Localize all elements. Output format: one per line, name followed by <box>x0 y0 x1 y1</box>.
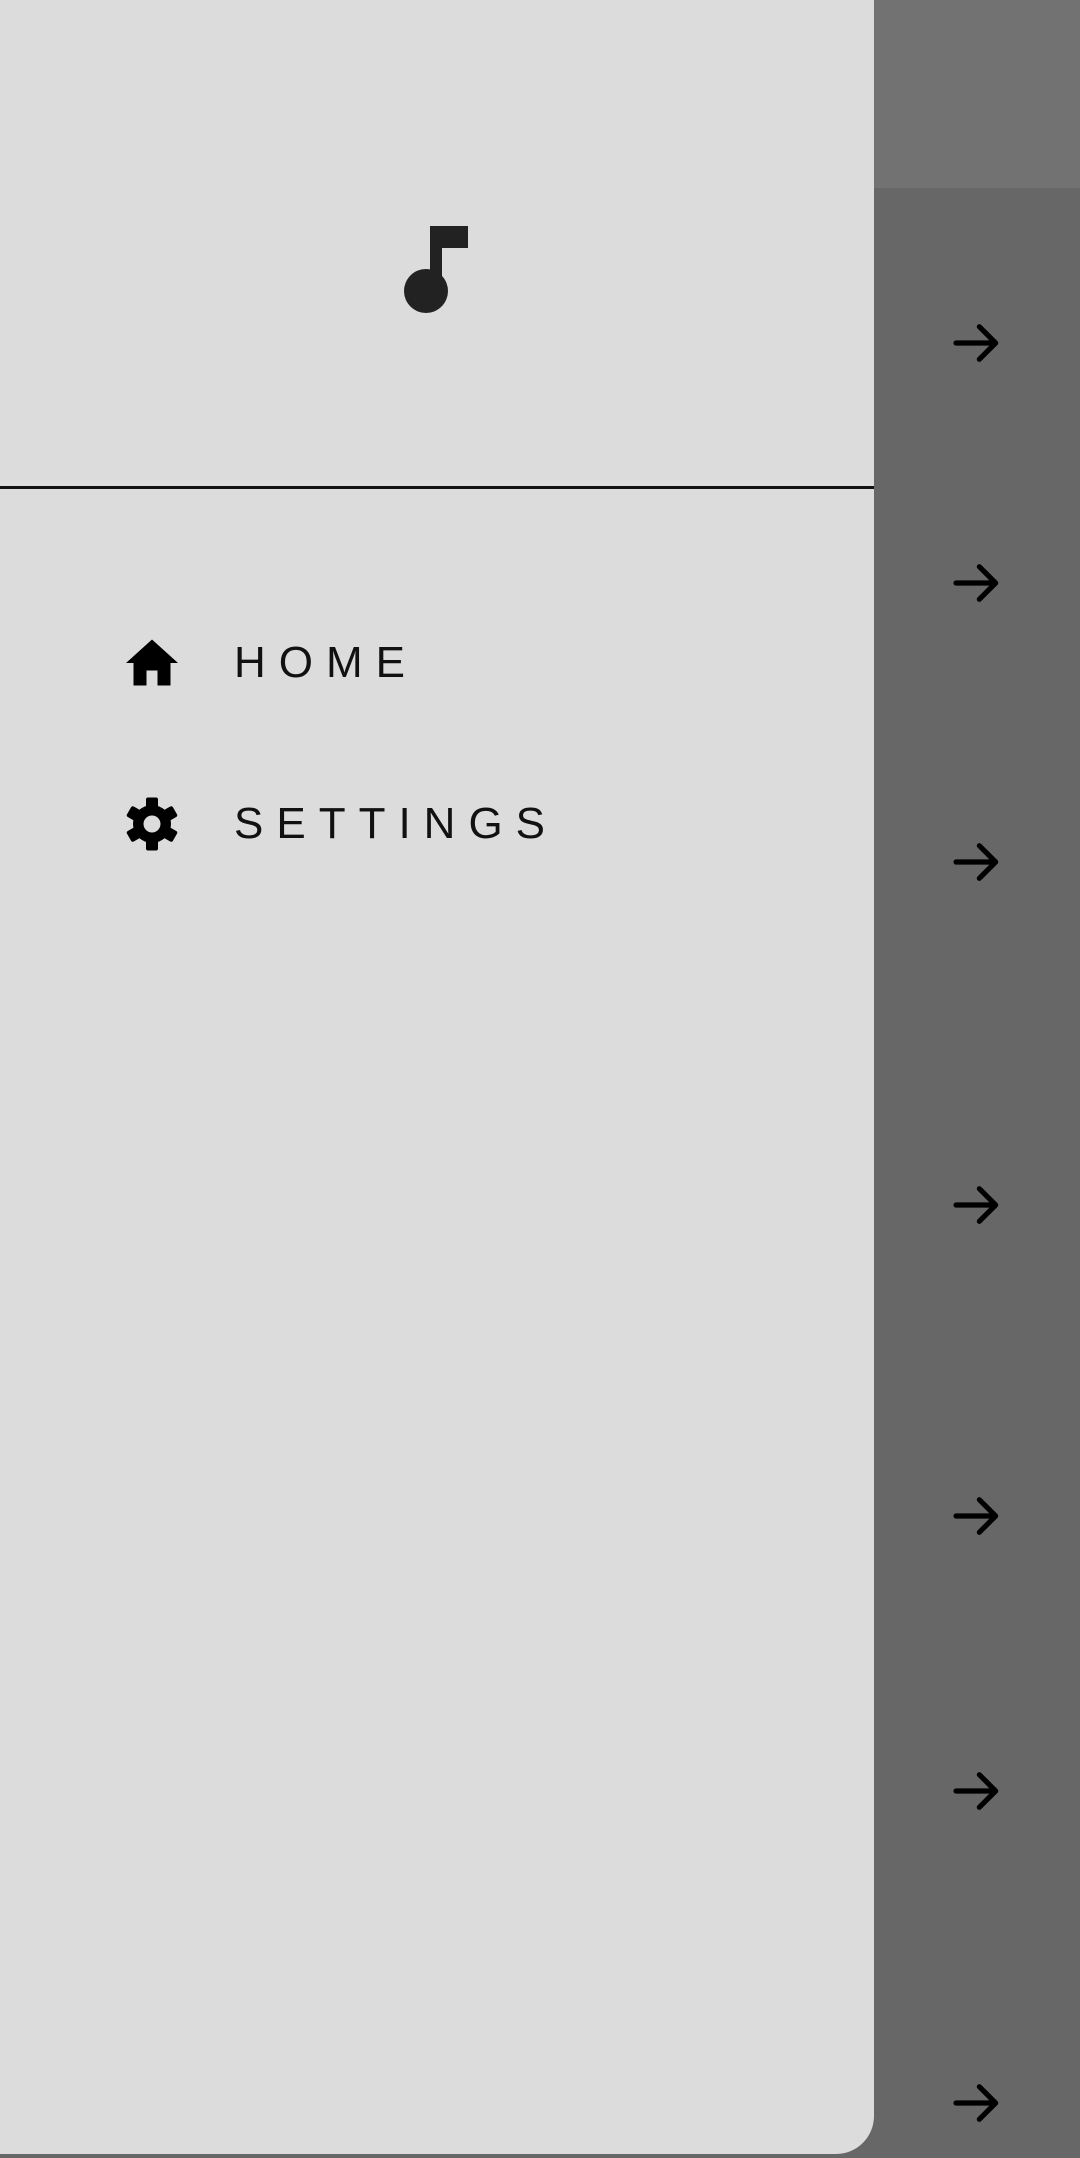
list-row-arrow-icon[interactable] <box>949 834 1005 890</box>
drawer-header <box>0 0 874 489</box>
home-icon <box>122 633 182 693</box>
list-row-arrow-icon[interactable] <box>949 555 1005 611</box>
nav-item-label: HOME <box>234 638 418 687</box>
nav-item-label: SETTINGS <box>234 799 559 848</box>
nav-item-settings[interactable]: SETTINGS <box>0 764 874 884</box>
navigation-drawer: HOME SETTINGS <box>0 0 874 2154</box>
music-note-icon <box>402 222 470 314</box>
nav-item-home[interactable]: HOME <box>0 603 874 723</box>
gear-icon <box>122 794 182 854</box>
list-row-arrow-icon[interactable] <box>949 1488 1005 1544</box>
screen: HOME SETTINGS <box>0 0 1080 2158</box>
list-row-arrow-icon[interactable] <box>949 1763 1005 1819</box>
list-row-arrow-icon[interactable] <box>949 1177 1005 1233</box>
list-row-arrow-icon[interactable] <box>949 2075 1005 2131</box>
list-row-arrow-icon[interactable] <box>949 315 1005 371</box>
